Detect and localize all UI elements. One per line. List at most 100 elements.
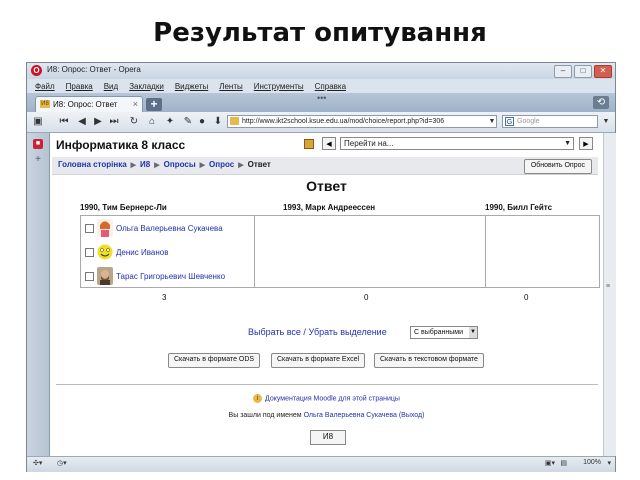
answer-count: 3 bbox=[162, 293, 167, 302]
menu-view[interactable]: Вид bbox=[104, 82, 118, 91]
breadcrumb: Головна сторінка ▶ И8 ▶ Опросы ▶ Опрос ▶… bbox=[58, 160, 271, 169]
previous-activity-button[interactable]: ◀ bbox=[322, 137, 336, 150]
course-title: Информатика 8 класс bbox=[56, 138, 186, 152]
respondent-row: Денис Иванов bbox=[85, 241, 168, 263]
select-checkbox[interactable] bbox=[85, 247, 94, 257]
logged-in-info: Вы зашли под именем Ольга Валерьевна Сук… bbox=[50, 412, 603, 419]
tab-label: И8: Опрос: Ответ bbox=[53, 100, 118, 109]
with-selected-select[interactable]: С выбранными ▼ bbox=[410, 326, 478, 339]
footer-divider bbox=[56, 384, 598, 385]
menu-help[interactable]: Справка bbox=[315, 82, 346, 91]
back-icon[interactable]: ◀ bbox=[75, 115, 89, 128]
page-heading: Ответ bbox=[306, 178, 347, 194]
vertical-scrollbar[interactable]: ≡ bbox=[603, 133, 616, 456]
tab-bar: ••• И8 И8: Опрос: Ответ × + ⟲ bbox=[27, 93, 615, 112]
select-checkbox[interactable] bbox=[85, 271, 94, 281]
status-clock-icon[interactable]: ◷▾ bbox=[57, 459, 67, 467]
fast-forward-icon[interactable]: ⏭ bbox=[107, 115, 121, 128]
status-view-icon[interactable]: ▤ bbox=[560, 459, 567, 467]
moodle-docs-row: i Документация Moodle для этой страницы bbox=[50, 394, 603, 403]
menu-file[interactable]: Файл bbox=[35, 82, 55, 91]
tab-active[interactable]: И8 И8: Опрос: Ответ × bbox=[35, 96, 143, 112]
answer-count: 0 bbox=[524, 293, 529, 302]
address-favicon-icon bbox=[230, 117, 239, 125]
moodle-docs-link[interactable]: Документация Moodle для этой страницы bbox=[265, 395, 400, 402]
new-tab-button[interactable]: + bbox=[146, 98, 162, 111]
status-tools-icon[interactable]: ✣▾ bbox=[33, 459, 42, 467]
breadcrumb-separator-icon: ▶ bbox=[238, 161, 244, 169]
menu-widgets[interactable]: Виджеты bbox=[175, 82, 208, 91]
opera-logo-icon[interactable]: O bbox=[31, 65, 42, 76]
avatar bbox=[97, 267, 113, 285]
chevron-down-icon: ▼ bbox=[469, 327, 477, 338]
add-panel-icon[interactable]: + bbox=[33, 155, 43, 165]
course-home-button[interactable]: И8 bbox=[310, 430, 346, 445]
respondent-name[interactable]: Тарас Григорьевич Шевченко bbox=[116, 272, 225, 281]
column-header: 1990, Билл Гейтс bbox=[485, 203, 553, 212]
slide-title: Результат опитування bbox=[153, 18, 487, 48]
logout-link[interactable]: (Выход) bbox=[399, 412, 425, 419]
breadcrumb-activity[interactable]: Опрос bbox=[209, 160, 234, 169]
search-dropdown-icon[interactable]: ▼ bbox=[601, 115, 611, 128]
breadcrumb-current: Ответ bbox=[247, 160, 271, 169]
page-content: Информатика 8 класс ◀ Перейти на... ▼ ▶ … bbox=[50, 133, 603, 456]
minimize-button[interactable]: – bbox=[554, 65, 572, 78]
notes-icon[interactable]: ● bbox=[195, 115, 209, 128]
download-text-button[interactable]: Скачать в текстовом формате bbox=[374, 353, 484, 368]
selection-row: Выбрать все / Убрать выделение С выбранн… bbox=[50, 325, 603, 341]
tab-close-icon[interactable]: × bbox=[133, 99, 138, 109]
menu-feeds[interactable]: Ленты bbox=[219, 82, 243, 91]
breadcrumb-separator-icon: ▶ bbox=[130, 161, 137, 169]
home-icon[interactable]: ⌂ bbox=[145, 115, 159, 128]
address-dropdown-icon[interactable]: ▼ bbox=[487, 115, 497, 128]
opera-panel-icon[interactable]: ■ bbox=[33, 139, 43, 149]
breadcrumb-home[interactable]: Головна сторінка bbox=[58, 160, 127, 169]
forward-icon[interactable]: ▶ bbox=[91, 115, 105, 128]
panel-toggle-icon[interactable]: ▣ bbox=[31, 115, 45, 128]
reload-icon[interactable]: ↻ bbox=[127, 115, 141, 128]
maximize-button[interactable]: □ bbox=[574, 65, 592, 78]
answer-count: 0 bbox=[364, 293, 369, 302]
jump-to-select[interactable]: Перейти на... ▼ bbox=[340, 137, 574, 150]
menu-edit[interactable]: Правка bbox=[66, 82, 93, 91]
breadcrumb-bar: Головна сторінка ▶ И8 ▶ Опросы ▶ Опрос ▶… bbox=[52, 157, 598, 175]
select-checkbox[interactable] bbox=[85, 223, 94, 233]
menu-tools[interactable]: Инструменты bbox=[254, 82, 304, 91]
window-title: И8: Опрос: Ответ - Opera bbox=[47, 65, 141, 74]
side-panel: ■ + bbox=[27, 133, 50, 456]
user-profile-link[interactable]: Ольга Валерьевна Сукачева bbox=[304, 412, 397, 419]
rewind-icon[interactable]: ⏮ bbox=[57, 115, 71, 128]
menu-bar: Файл Правка Вид Закладки Виджеты Ленты И… bbox=[27, 79, 615, 93]
browser-window: O И8: Опрос: Ответ - Opera – □ ✕ Файл Пр… bbox=[26, 62, 616, 472]
respondent-name[interactable]: Денис Иванов bbox=[116, 248, 168, 257]
navigation-bar: ▣ ⏮ ◀ ▶ ⏭ ↻ ⌂ ✦ ✎ ● ⬇ http://www.ikt2sch… bbox=[27, 112, 615, 133]
column-divider bbox=[254, 216, 255, 287]
breadcrumb-module[interactable]: Опросы bbox=[164, 160, 196, 169]
status-bar: ✣▾ ◷▾ ▣▾ ▤ 100% ▾ bbox=[27, 456, 615, 472]
update-choice-button[interactable]: Обновить Опрос bbox=[523, 159, 592, 174]
closed-tabs-icon[interactable]: ⟲ bbox=[593, 96, 609, 109]
logged-in-prefix: Вы зашли под именем bbox=[228, 412, 302, 419]
scroll-grip-icon[interactable]: ≡ bbox=[606, 283, 613, 293]
menu-bookmarks[interactable]: Закладки bbox=[129, 82, 164, 91]
download-excel-button[interactable]: Скачать в формате Excel bbox=[271, 353, 366, 368]
breadcrumb-separator-icon: ▶ bbox=[154, 161, 160, 169]
download-icon[interactable]: ⬇ bbox=[211, 115, 225, 128]
jump-menu-icon[interactable] bbox=[304, 139, 314, 149]
respondent-name[interactable]: Ольга Валерьевна Сукачева bbox=[116, 224, 223, 233]
status-images-icon[interactable]: ▣▾ bbox=[545, 459, 555, 467]
zoom-dropdown-icon[interactable]: ▾ bbox=[607, 459, 611, 467]
next-activity-button[interactable]: ▶ bbox=[579, 137, 593, 150]
search-placeholder: Google bbox=[517, 118, 540, 125]
search-input[interactable]: G Google bbox=[502, 115, 598, 128]
wand-icon[interactable]: ✎ bbox=[181, 115, 195, 128]
download-row: Скачать в формате ODS Скачать в формате … bbox=[50, 353, 603, 369]
select-all-link[interactable]: Выбрать все / Убрать выделение bbox=[248, 327, 387, 337]
breadcrumb-course[interactable]: И8 bbox=[140, 160, 150, 169]
security-icon[interactable]: ✦ bbox=[163, 115, 177, 128]
close-window-button[interactable]: ✕ bbox=[594, 65, 612, 78]
address-bar[interactable]: http://www.ikt2school.ksue.edu.ua/mod/ch… bbox=[227, 115, 497, 128]
zoom-level[interactable]: 100% bbox=[583, 459, 601, 466]
download-ods-button[interactable]: Скачать в формате ODS bbox=[168, 353, 261, 368]
respondent-row: Ольга Валерьевна Сукачева bbox=[85, 217, 223, 239]
